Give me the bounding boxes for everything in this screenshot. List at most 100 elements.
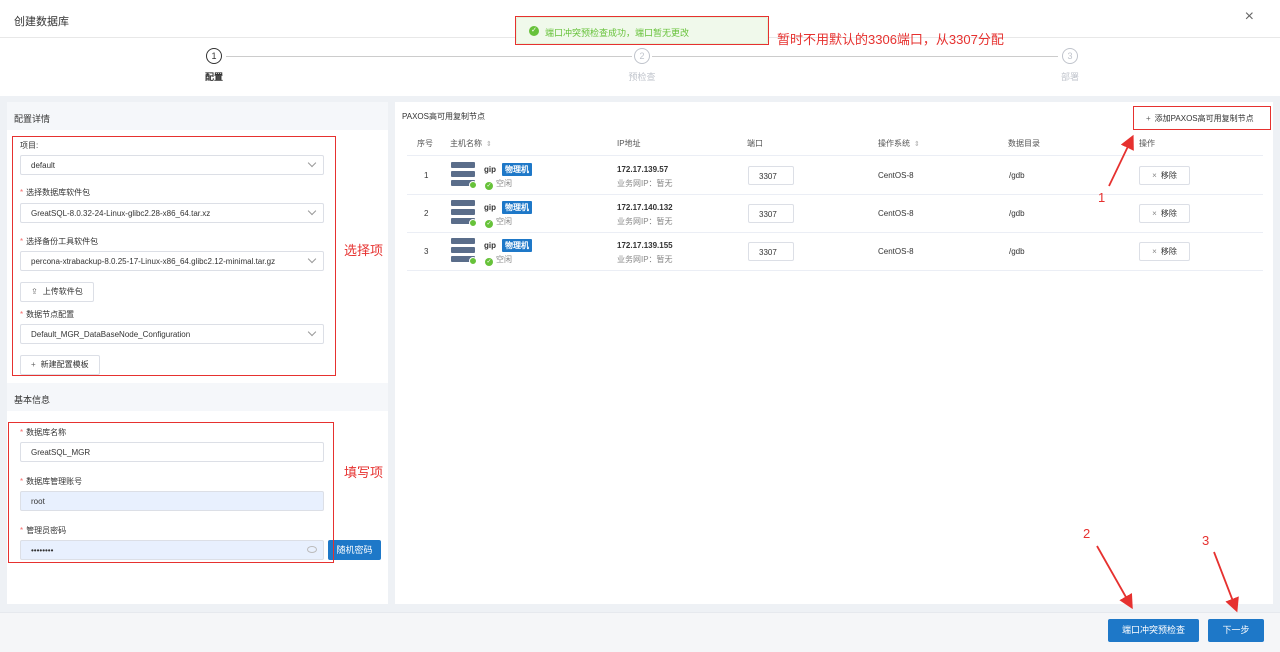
package-label: * 选择数据库软件包 (20, 188, 91, 197)
success-toast: ✓ 端口冲突预检查成功，端口暂无更改 (516, 17, 768, 44)
backup-select[interactable]: percona-xtrabackup-8.0.25-17-Linux-x86_6… (20, 251, 324, 271)
step-number: 3 (1062, 48, 1078, 64)
new-template-button[interactable]: + 新建配置模板 (20, 355, 100, 375)
column-header-os[interactable]: 操作系统 ⇕ (878, 138, 920, 149)
column-header-actions: 操作 (1139, 139, 1155, 148)
host-name: gip (484, 241, 496, 250)
nodes-title: PAXOS高可用复制节点 (402, 112, 485, 121)
sort-icon[interactable]: ⇕ (486, 141, 492, 148)
sort-icon[interactable]: ⇕ (914, 141, 920, 148)
add-node-button[interactable]: + 添加PAXOS高可用复制节点 (1138, 110, 1267, 128)
annotation-select-note: 选择项 (344, 243, 384, 258)
upload-package-button[interactable]: ⇪ 上传软件包 (20, 282, 94, 302)
step-number: 1 (206, 48, 222, 64)
remove-button[interactable]: × 移除 (1139, 204, 1190, 223)
os-name: CentOS-8 (878, 171, 914, 180)
section-title: 配置详情 (14, 114, 51, 124)
close-icon: × (1152, 247, 1157, 256)
plus-icon: + (31, 360, 36, 369)
remove-button[interactable]: × 移除 (1139, 166, 1190, 185)
host-status: ✓ 空闲 (485, 217, 512, 228)
host-status: ✓ 空闲 (485, 179, 512, 190)
row-divider (407, 270, 1263, 271)
server-icon (451, 200, 477, 227)
config-section-header: 配置详情 (7, 102, 388, 130)
annotation-number-1: 1 (1098, 190, 1106, 205)
close-icon: × (1152, 209, 1157, 218)
input-value: GreatSQL_MGR (31, 448, 91, 457)
server-icon (451, 162, 477, 189)
password-label: * 管理员密码 (20, 526, 67, 535)
host-type-tag: 物理机 (502, 201, 532, 214)
annotation-fill-note: 填写项 (344, 465, 384, 480)
chevron-down-icon (307, 206, 317, 216)
step-label: 部署 (1060, 72, 1079, 82)
select-value: GreatSQL-8.0.32-24-Linux-glibc2.28-x86_6… (31, 209, 211, 218)
chevron-down-icon (307, 158, 317, 168)
row-divider (407, 232, 1263, 233)
column-header-index: 序号 (417, 139, 433, 148)
host-name: gip (484, 165, 496, 174)
ip-address: 172.17.139.57 (617, 165, 669, 174)
select-value: percona-xtrabackup-8.0.25-17-Linux-x86_6… (31, 257, 276, 266)
check-circle-icon: ✓ (529, 26, 539, 36)
step-number: 2 (634, 48, 650, 64)
table-header-divider (407, 155, 1263, 156)
dialog-footer (0, 612, 1280, 652)
input-value: root (31, 497, 45, 506)
select-value: Default_MGR_DataBaseNode_Configuration (31, 330, 191, 339)
remove-button[interactable]: × 移除 (1139, 242, 1190, 261)
chevron-down-icon (307, 327, 317, 337)
eye-icon[interactable] (307, 546, 317, 553)
annotation-port-note: 暂时不用默认的3306端口，从3307分配 (777, 32, 1004, 47)
data-dir: /gdb (1009, 171, 1025, 180)
basic-section-header: 基本信息 (7, 383, 388, 411)
select-value: default (31, 161, 56, 170)
admin-account-input[interactable]: root (20, 491, 324, 511)
next-step-button[interactable]: 下一步 (1208, 619, 1264, 642)
annotation-number-2: 2 (1083, 526, 1091, 541)
dialog-title: 创建数据库 (14, 16, 69, 28)
step-label: 配置 (204, 72, 223, 82)
db-name-input[interactable]: GreatSQL_MGR (20, 442, 324, 462)
host-type-tag: 物理机 (502, 239, 532, 252)
host-type-tag: 物理机 (502, 163, 532, 176)
project-select[interactable]: default (20, 155, 324, 175)
node-config-select[interactable]: Default_MGR_DataBaseNode_Configuration (20, 324, 324, 344)
admin-account-label: * 数据库管理账号 (20, 477, 83, 486)
project-label: 项目: (20, 141, 39, 150)
row-index: 1 (424, 171, 429, 180)
step-indicator: 1 配置 2 预检查 3 部署 (0, 38, 1280, 96)
column-header-host[interactable]: 主机名称 ⇕ (450, 138, 492, 149)
column-header-dir: 数据目录 (1008, 139, 1040, 148)
toast-message: 端口冲突预检查成功，端口暂无更改 (545, 28, 690, 38)
input-value: •••••••• (31, 546, 54, 555)
row-index: 3 (424, 247, 429, 256)
row-divider (407, 194, 1263, 195)
chevron-down-icon (307, 254, 317, 264)
step-connector (226, 56, 632, 57)
business-ip: 业务网IP：暂无 (617, 217, 673, 226)
port-input[interactable]: 3307 (748, 166, 794, 185)
host-status: ✓ 空闲 (485, 255, 512, 266)
os-name: CentOS-8 (878, 247, 914, 256)
port-input[interactable]: 3307 (748, 204, 794, 223)
package-select[interactable]: GreatSQL-8.0.32-24-Linux-glibc2.28-x86_6… (20, 203, 324, 223)
step-deploy: 3 部署 (1040, 48, 1100, 83)
data-dir: /gdb (1009, 247, 1025, 256)
section-title: 基本信息 (14, 395, 51, 405)
port-input[interactable]: 3307 (748, 242, 794, 261)
business-ip: 业务网IP：暂无 (617, 255, 673, 264)
close-icon[interactable]: × (1245, 9, 1254, 25)
db-name-label: * 数据库名称 (20, 428, 67, 437)
check-circle-icon: ✓ (485, 182, 493, 190)
ip-address: 172.17.139.155 (617, 241, 673, 250)
port-precheck-button[interactable]: 端口冲突预检查 (1108, 619, 1199, 642)
backup-label: * 选择备份工具软件包 (20, 237, 99, 246)
random-password-button[interactable]: 随机密码 (328, 540, 381, 560)
close-icon: × (1152, 171, 1157, 180)
password-input[interactable]: •••••••• (20, 540, 324, 560)
business-ip: 业务网IP：暂无 (617, 179, 673, 188)
check-circle-icon: ✓ (485, 220, 493, 228)
ip-address: 172.17.140.132 (617, 203, 673, 212)
